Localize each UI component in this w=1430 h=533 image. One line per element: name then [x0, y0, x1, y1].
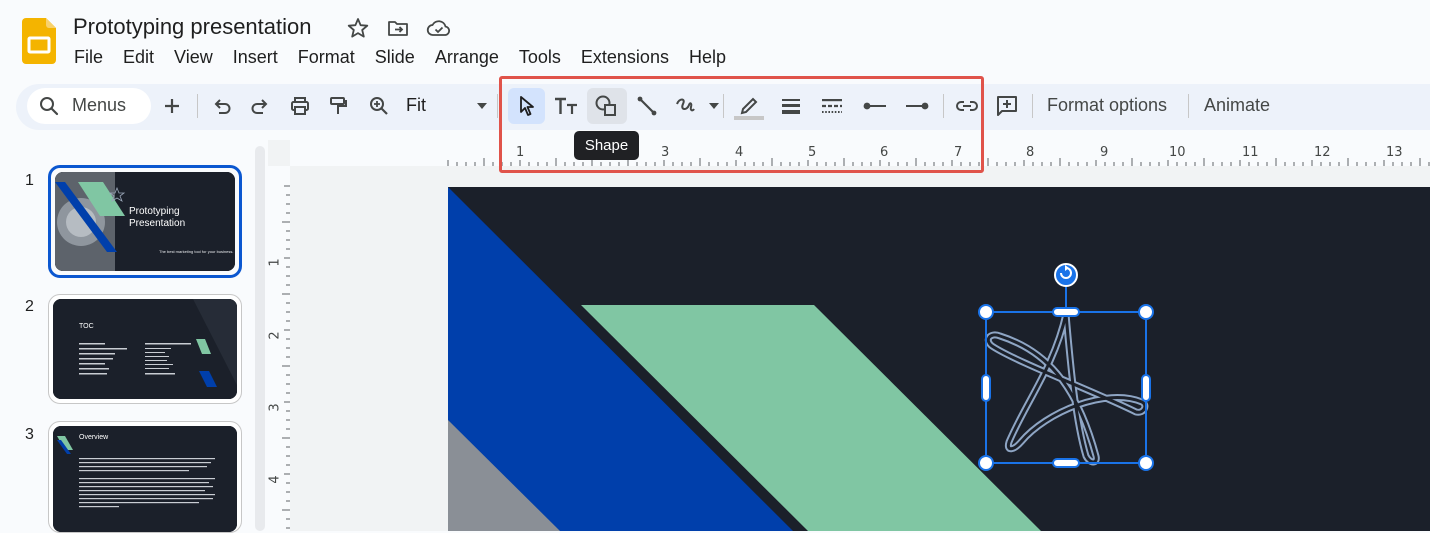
- toolbar-divider: [497, 94, 498, 118]
- star-scribble-shape[interactable]: [966, 252, 1166, 482]
- slide-canvas[interactable]: [448, 187, 1430, 531]
- shape-tooltip: Shape: [574, 131, 639, 160]
- slide-number: 1: [25, 172, 34, 189]
- format-options-button[interactable]: Format options: [1047, 95, 1167, 116]
- menu-slide[interactable]: Slide: [365, 45, 425, 69]
- toolbar-divider: [197, 94, 198, 118]
- ruler-label: 12: [1314, 145, 1331, 160]
- slide-thumbnail-title: TOC: [79, 323, 94, 330]
- slide-filmstrip: 1 Prototyping Presentation The best mark…: [0, 140, 268, 533]
- slide-thumbnail-title: Prototyping Presentation: [129, 206, 186, 229]
- search-label: Menus: [72, 95, 127, 115]
- vertical-ruler[interactable]: 1 2 3 4: [268, 166, 290, 531]
- add-comment-icon[interactable]: [992, 91, 1022, 121]
- resize-handle: [1138, 455, 1154, 471]
- menu-help[interactable]: Help: [679, 45, 736, 69]
- resize-handle: [981, 374, 991, 402]
- ruler-label: 10: [1169, 145, 1186, 160]
- undo-icon[interactable]: [207, 91, 237, 121]
- ruler-label: 3: [267, 403, 283, 412]
- resize-handle: [1052, 458, 1080, 468]
- filmstrip-scrollbar[interactable]: [255, 146, 265, 531]
- slide-thumbnail-3[interactable]: Overview: [48, 421, 242, 533]
- slide-thumbnail-tagline: The best marketing tool for your busines…: [159, 249, 234, 254]
- zoom-icon[interactable]: [364, 91, 394, 121]
- move-to-folder-icon[interactable]: [386, 16, 410, 40]
- star-icon[interactable]: [346, 16, 370, 40]
- resize-handle: [1138, 304, 1154, 320]
- slides-logo[interactable]: [22, 18, 56, 64]
- redo-icon[interactable]: [245, 91, 275, 121]
- search-icon: [34, 91, 64, 121]
- slide-number: 2: [25, 298, 34, 315]
- menu-extensions[interactable]: Extensions: [571, 45, 679, 69]
- slide-thumbnail-1[interactable]: Prototyping Presentation The best market…: [48, 165, 242, 278]
- menu-view[interactable]: View: [164, 45, 223, 69]
- ruler-label: 9: [1100, 145, 1109, 160]
- ruler-label: 1: [267, 258, 283, 267]
- cloud-saved-icon[interactable]: [426, 16, 451, 40]
- resize-handle: [1052, 307, 1080, 317]
- ruler-label: 2: [267, 331, 283, 340]
- toolbar-divider: [1188, 94, 1189, 118]
- ruler-label: 4: [267, 475, 283, 484]
- new-slide-icon[interactable]: [157, 91, 187, 121]
- menu-format[interactable]: Format: [288, 45, 365, 69]
- ruler-label: 13: [1386, 145, 1403, 160]
- print-icon[interactable]: [285, 91, 315, 121]
- slide-thumbnail-title: Overview: [79, 434, 109, 441]
- menu-tools[interactable]: Tools: [509, 45, 571, 69]
- slide-number: 3: [25, 426, 34, 443]
- zoom-dropdown-icon[interactable]: [467, 91, 497, 121]
- zoom-select[interactable]: Fit: [406, 95, 426, 116]
- menu-bar: File Edit View Insert Format Slide Arran…: [64, 45, 736, 69]
- menu-edit[interactable]: Edit: [113, 45, 164, 69]
- resize-handle: [978, 455, 994, 471]
- resize-handle: [1141, 374, 1151, 402]
- ruler-label: 11: [1242, 145, 1259, 160]
- ruler-label: 8: [1026, 145, 1035, 160]
- menu-insert[interactable]: Insert: [223, 45, 288, 69]
- slide-thumbnail-2[interactable]: TOC: [48, 294, 242, 404]
- menu-file[interactable]: File: [64, 45, 113, 69]
- resize-handle: [978, 304, 994, 320]
- toolbar-divider: [1032, 94, 1033, 118]
- paint-format-icon[interactable]: [323, 91, 353, 121]
- document-title[interactable]: Prototyping presentation: [73, 14, 312, 40]
- highlight-annotation-box: [499, 76, 984, 173]
- animate-button[interactable]: Animate: [1204, 95, 1270, 116]
- menu-arrange[interactable]: Arrange: [425, 45, 509, 69]
